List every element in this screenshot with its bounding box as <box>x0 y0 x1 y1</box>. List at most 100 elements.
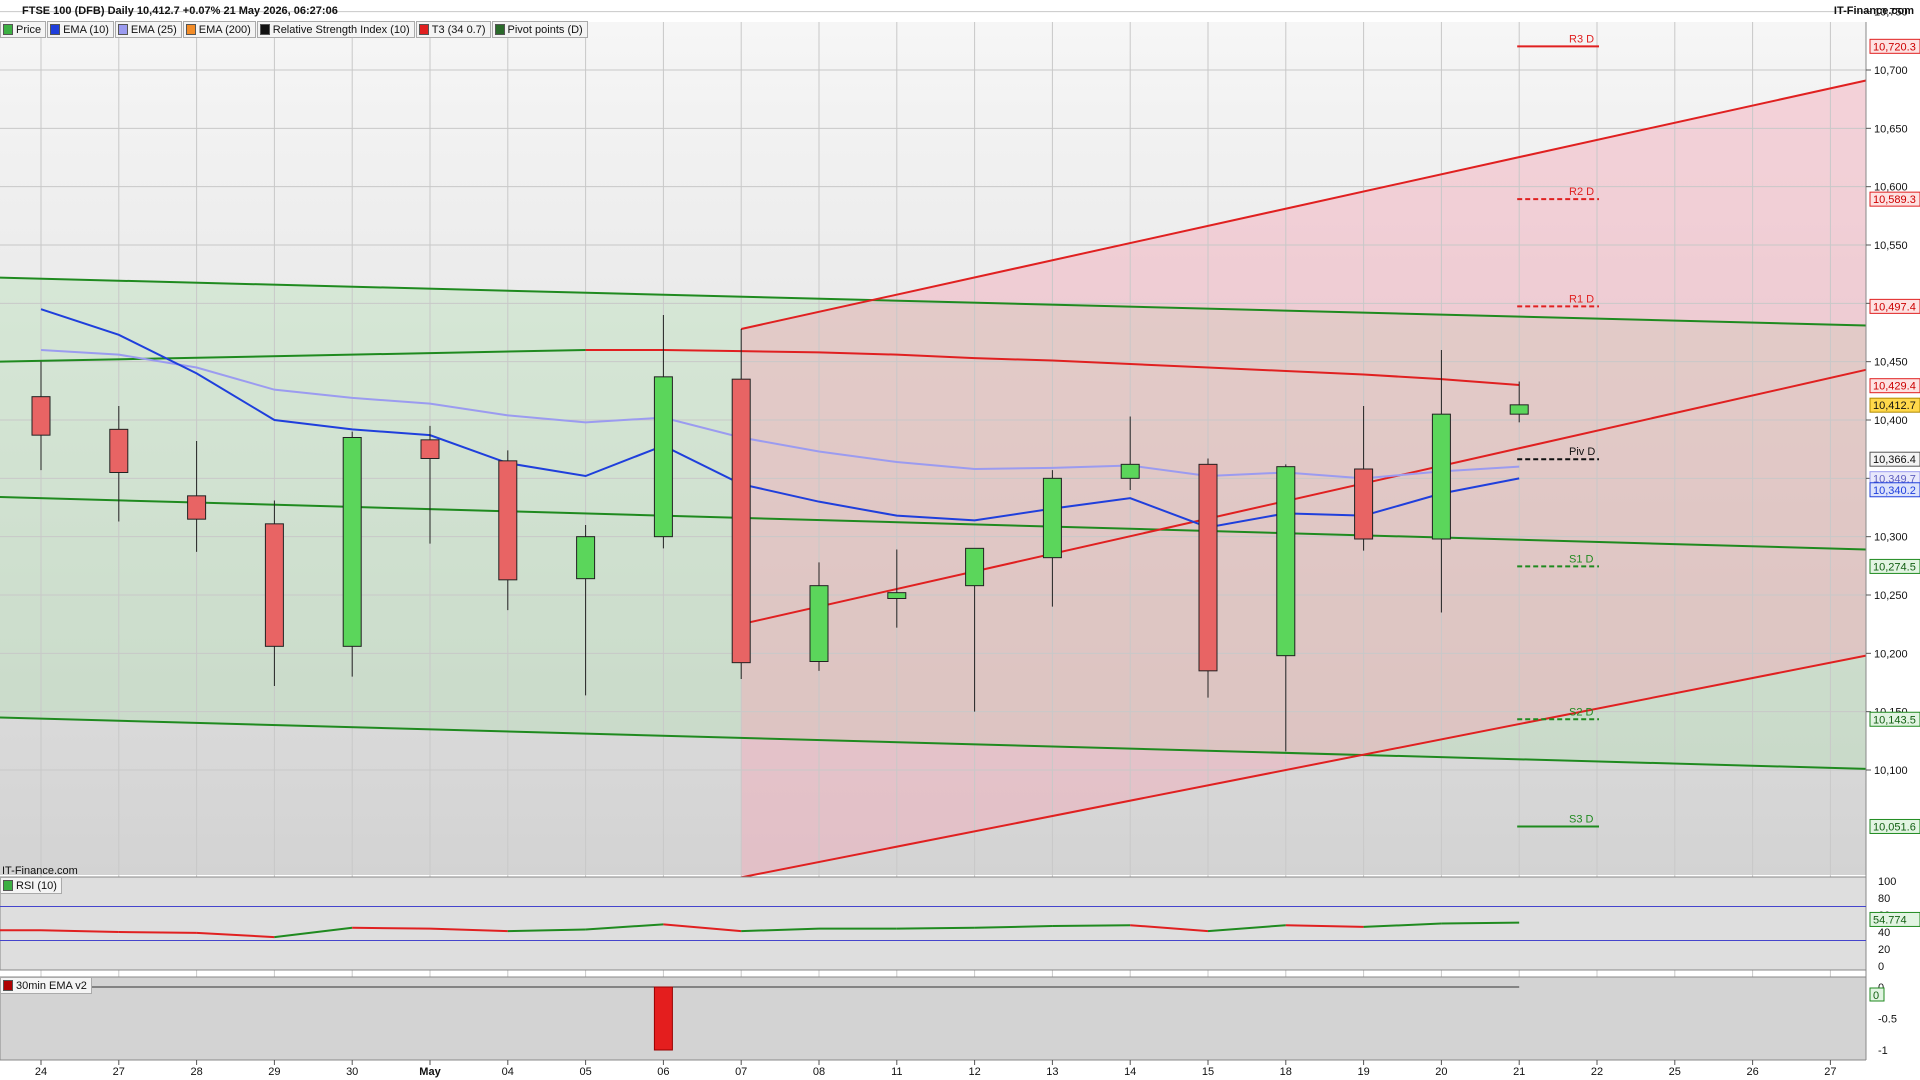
candle-body <box>342 437 362 647</box>
legend-item-4[interactable]: Relative Strength Index (10) <box>256 21 415 38</box>
x-tick-label: May <box>419 1066 441 1078</box>
x-tick-label: 30 <box>346 1066 358 1078</box>
price-tag-text: 10,366.4 <box>1873 454 1916 466</box>
x-tick-label: 22 <box>1591 1066 1603 1078</box>
ema-panel-background <box>0 976 1867 1061</box>
candle-body <box>498 460 518 581</box>
y-tick-label: 10,300 <box>1874 532 1908 544</box>
rsi-segment <box>1441 921 1520 925</box>
price-tag-text: 10,051.6 <box>1873 821 1916 833</box>
legend-item-6[interactable]: Pivot points (D) <box>491 21 588 38</box>
legend-item-2[interactable]: EMA (25) <box>114 21 182 38</box>
candle-body <box>420 439 440 460</box>
x-tick-label: 24 <box>35 1066 47 1078</box>
candle-body <box>731 378 751 664</box>
x-tick-label: 04 <box>502 1066 514 1078</box>
candle-body <box>1120 463 1140 479</box>
candle-body <box>1509 404 1529 415</box>
legend-label: Relative Strength Index (10) <box>272 23 410 36</box>
y-tick-label: 10,650 <box>1874 123 1908 135</box>
x-tick-label: 28 <box>190 1066 202 1078</box>
x-tick-label: 27 <box>1824 1066 1836 1078</box>
rsi-segment <box>896 926 975 930</box>
y-tick-label: 10,250 <box>1874 590 1908 602</box>
rsi-tick-label: 100 <box>1878 876 1896 888</box>
y-tick-label: 10,200 <box>1874 648 1908 660</box>
x-tick-label: 20 <box>1435 1066 1447 1078</box>
rsi-tick-label: 40 <box>1878 927 1890 939</box>
candle-body <box>31 396 51 436</box>
candle-body <box>1198 463 1218 672</box>
price-tag-text: 10,340.2 <box>1873 485 1916 497</box>
x-tick-label: 19 <box>1357 1066 1369 1078</box>
legend-item-0[interactable]: Price <box>0 21 47 38</box>
y-tick-label: 10,700 <box>1874 65 1908 77</box>
rsi-tick-label: 0 <box>1878 961 1884 973</box>
ema-tick-label: -1 <box>1878 1045 1888 1057</box>
legend-item-5[interactable]: T3 (34 0.7) <box>415 21 491 38</box>
x-tick-label: 27 <box>113 1066 125 1078</box>
ema-panel-label[interactable]: 30min EMA v2 <box>0 977 92 994</box>
pivot-label: R2 D <box>1569 186 1594 198</box>
chart-canvas[interactable]: R3 DR2 DR1 DPiv DS1 DS2 DS3 D10,10010,15… <box>0 0 1920 1080</box>
legend-label: Pivot points (D) <box>507 23 583 36</box>
ema-tick-label: -0.5 <box>1878 1014 1897 1026</box>
x-tick-label: 06 <box>657 1066 669 1078</box>
brand-label: IT-Finance.com <box>1833 5 1914 17</box>
x-tick-label: 08 <box>813 1066 825 1078</box>
price-tag-text: 10,497.4 <box>1873 301 1916 313</box>
x-tick-label: 25 <box>1669 1066 1681 1078</box>
x-axis-background <box>0 1060 1920 1080</box>
legend-item-3[interactable]: EMA (200) <box>182 21 256 38</box>
legend-swatch <box>418 24 429 35</box>
legend-label: T3 (34 0.7) <box>431 23 486 36</box>
legend-label: EMA (25) <box>130 23 177 36</box>
rsi-segment <box>352 926 431 930</box>
chart-title: FTSE 100 (DFB) Daily 10,412.7 +0.07% 21 … <box>22 5 338 17</box>
price-tag-text: 10,720.3 <box>1873 41 1916 53</box>
legend-label: EMA (10) <box>63 23 109 36</box>
y-tick-label: 10,450 <box>1874 357 1908 369</box>
candle-body <box>576 536 596 580</box>
legend-item-1[interactable]: EMA (10) <box>47 21 114 38</box>
x-tick-label: 11 <box>891 1066 902 1078</box>
pivot-label: R1 D <box>1569 293 1594 305</box>
rsi-panel-label[interactable]: RSI (10) <box>0 877 62 894</box>
x-tick-label: 12 <box>968 1066 980 1078</box>
y-tick-label: 10,550 <box>1874 240 1908 252</box>
rsi-segment <box>1052 924 1131 928</box>
price-tag-text: 10,143.5 <box>1873 714 1916 726</box>
legend-label: Price <box>16 23 42 36</box>
rsi-tick-label: 80 <box>1878 893 1890 905</box>
candle-body <box>187 495 207 520</box>
legend-swatch <box>3 24 13 35</box>
candle-body <box>965 547 985 587</box>
legend-swatch <box>259 24 270 35</box>
pivot-label: S1 D <box>1569 553 1594 565</box>
chart-header: FTSE 100 (DFB) Daily 10,412.7 +0.07% 21 … <box>0 0 1920 22</box>
ema-histogram-bar <box>653 986 673 1051</box>
price-tag-text: 10,412.7 <box>1873 400 1916 412</box>
pivot-label: Piv D <box>1569 446 1595 458</box>
x-tick-label: 21 <box>1513 1066 1525 1078</box>
rsi-value-text: 54.774 <box>1873 914 1907 926</box>
pivot-label: R3 D <box>1569 33 1594 45</box>
legend-swatch <box>50 24 61 35</box>
legend-swatch <box>494 24 505 35</box>
rsi-segment <box>118 931 197 934</box>
candle-body <box>809 585 829 663</box>
x-tick-label: 05 <box>579 1066 591 1078</box>
legend-swatch <box>117 24 128 35</box>
candle-body <box>109 428 129 474</box>
x-tick-label: 15 <box>1202 1066 1214 1078</box>
candle-body <box>653 376 673 538</box>
rsi-panel-background <box>0 876 1867 971</box>
x-tick-label: 29 <box>268 1066 280 1078</box>
price-tag-text: 10,429.4 <box>1873 381 1916 393</box>
candle-body <box>264 523 284 647</box>
candle-body <box>1431 413 1451 540</box>
candle-body <box>1354 468 1374 540</box>
pivot-label: S2 D <box>1569 706 1594 718</box>
pivot-label: S3 D <box>1569 813 1594 825</box>
watermark: IT-Finance.com <box>2 865 78 877</box>
